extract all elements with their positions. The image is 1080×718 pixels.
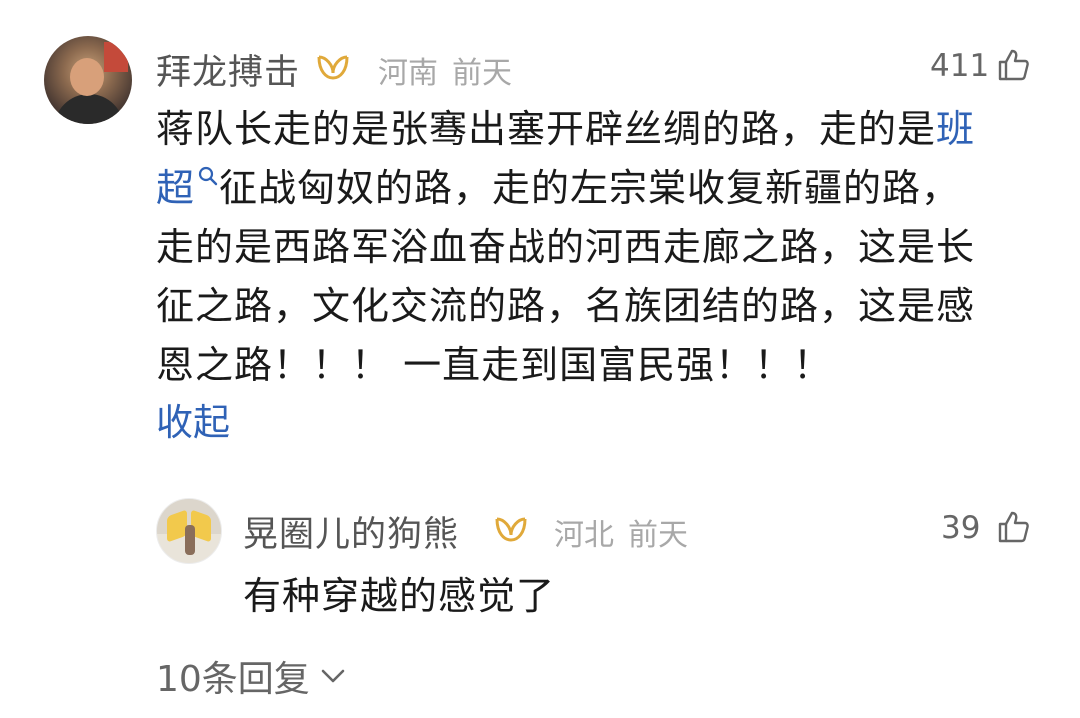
comment-body: 蒋队长走的是张骞出塞开辟丝绸的路，走的是班 超征战匈奴的路，走的左宗棠收复新疆的… bbox=[156, 100, 1026, 395]
comment-line: 蒋队长走的是张骞出塞开辟丝绸的路，走的是班 bbox=[156, 100, 1026, 159]
user-avatar[interactable] bbox=[44, 36, 132, 124]
vip-badge-icon bbox=[317, 55, 349, 80]
topic-link-part2[interactable]: 超 bbox=[156, 166, 195, 210]
comment-line-text: 征战匈奴的路，走的左宗棠收复新疆的路， bbox=[219, 166, 961, 210]
comment-line: 恩之路！！！ 一直走到国富民强！！！ bbox=[156, 343, 833, 387]
more-replies-label: 10条回复 bbox=[156, 659, 310, 700]
avatar-wing-shape bbox=[167, 509, 187, 543]
avatar-person-shape bbox=[185, 525, 195, 555]
comment-time: 前天 bbox=[452, 56, 512, 91]
reply-region: 河北 bbox=[554, 518, 614, 553]
vip-badge-icon bbox=[495, 517, 527, 542]
like-count: 411 bbox=[930, 48, 990, 84]
reply-author-name[interactable]: 晃圈儿的狗熊 bbox=[243, 506, 459, 557]
more-replies-button[interactable]: 10条回复 bbox=[156, 650, 346, 702]
reply-body: 有种穿越的感觉了 bbox=[243, 574, 556, 618]
avatar-poster-shape bbox=[104, 42, 128, 72]
topic-link-part1[interactable]: 班 bbox=[936, 107, 975, 151]
comment-line: 征之路，文化交流的路，名族团结的路，这是感 bbox=[156, 284, 976, 328]
comment-meta: 河南 前天 bbox=[378, 48, 512, 92]
thumbs-up-icon[interactable] bbox=[996, 48, 1030, 82]
collapse-button[interactable]: 收起 bbox=[156, 392, 230, 446]
comment-author-name[interactable]: 拜龙搏击 bbox=[156, 44, 300, 95]
avatar-face-shape bbox=[70, 58, 104, 96]
comment-line-text: 蒋队长走的是张骞出塞开辟丝绸的路，走的是 bbox=[156, 107, 937, 151]
reply-like-count: 39 bbox=[941, 510, 981, 546]
avatar-body-shape bbox=[54, 94, 124, 124]
comment-region: 河南 bbox=[378, 56, 438, 91]
search-icon[interactable] bbox=[197, 165, 219, 187]
reply-user-avatar[interactable] bbox=[156, 498, 222, 564]
chevron-down-icon bbox=[321, 669, 345, 683]
comment-line: 走的是西路军浴血奋战的河西走廊之路，这是长 bbox=[156, 225, 976, 269]
comment-line: 超征战匈奴的路，走的左宗棠收复新疆的路， bbox=[156, 159, 1026, 218]
thumbs-up-icon[interactable] bbox=[996, 510, 1030, 544]
reply-time: 前天 bbox=[628, 518, 688, 553]
reply-meta: 河北 前天 bbox=[554, 510, 688, 554]
